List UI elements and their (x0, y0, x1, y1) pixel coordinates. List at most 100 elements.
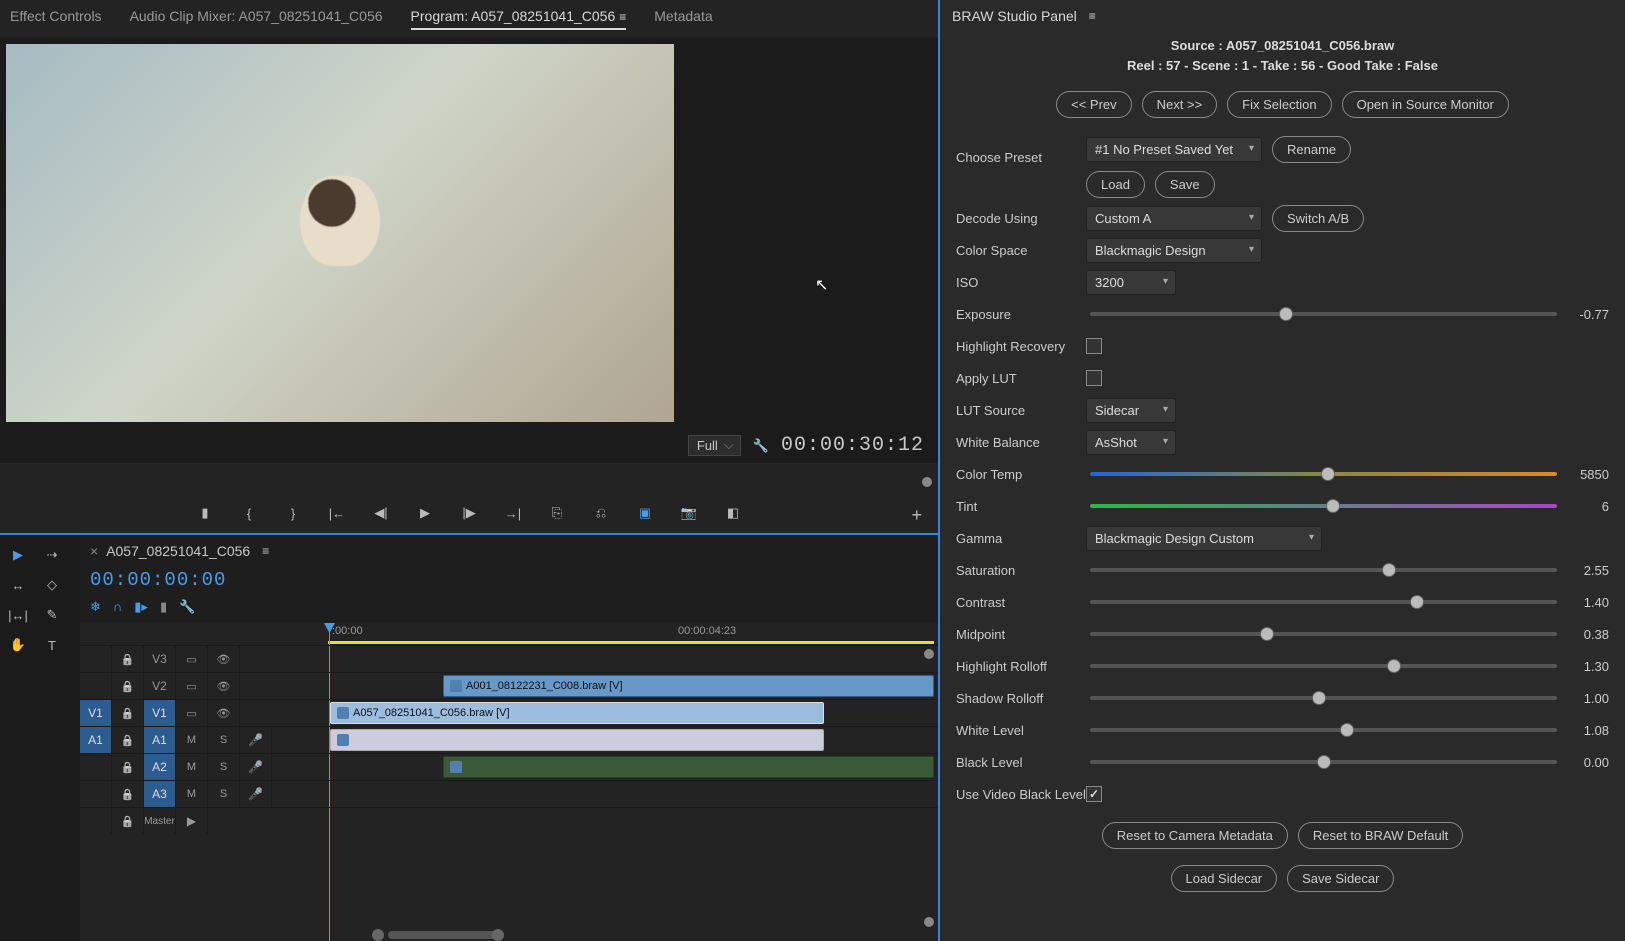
tab-metadata[interactable]: Metadata (654, 8, 712, 30)
preset-select[interactable]: #1 No Preset Saved Yet (1086, 137, 1262, 162)
work-area[interactable] (328, 641, 934, 644)
load-sidecar-button[interactable]: Load Sidecar (1171, 865, 1278, 892)
wrench-icon[interactable]: 🔧 (753, 438, 769, 454)
pen-tool-icon[interactable]: ✎ (38, 603, 66, 627)
tab-program[interactable]: Program: A057_08251041_C056≡ (411, 8, 627, 30)
open-source-button[interactable]: Open in Source Monitor (1342, 91, 1509, 118)
track-area[interactable]: :00:00 00:00:04:23 A001_08122231_C008.br… (328, 623, 938, 941)
seq-menu-icon[interactable]: ≡ (262, 544, 269, 558)
clip-v1[interactable]: A057_08251041_C056.braw [V] (330, 702, 824, 724)
sequence-name[interactable]: A057_08251041_C056 (106, 543, 250, 559)
snap-icon[interactable]: ❄ (90, 599, 101, 615)
goto-in-icon[interactable]: |← (328, 506, 346, 521)
camera-icon[interactable]: 📷 (680, 505, 698, 521)
mark-icon[interactable]: ▮ (196, 505, 214, 521)
clip-a2[interactable] (443, 756, 934, 778)
rolling-tool-icon[interactable]: ◇ (38, 573, 66, 597)
target-v1[interactable]: V1 (144, 700, 176, 726)
step-back-icon[interactable]: ◀| (372, 505, 390, 521)
next-button[interactable]: Next >> (1142, 91, 1218, 118)
highlight-recovery-checkbox[interactable] (1086, 338, 1102, 354)
tint-slider[interactable] (1090, 504, 1557, 508)
out-icon[interactable]: } (284, 506, 302, 521)
track-a1[interactable] (328, 726, 938, 753)
tab-effect-controls[interactable]: Effect Controls (10, 8, 102, 30)
prev-button[interactable]: << Prev (1056, 91, 1132, 118)
extract-icon[interactable]: ⎌ (592, 505, 610, 521)
type-tool-icon[interactable]: T (38, 633, 66, 657)
selection-tool-icon[interactable]: ▶ (4, 543, 32, 567)
track-master[interactable] (328, 807, 938, 834)
shadow-rolloff-slider[interactable] (1090, 696, 1557, 700)
current-timecode[interactable]: 00:00:00:00 (90, 569, 226, 591)
fix-selection-button[interactable]: Fix Selection (1227, 91, 1331, 118)
transport-bar: ▮ { } |← ◀| ▶ |▶ →| ⎘ ⎌ ▣ 📷 ◧ + (0, 495, 938, 533)
timeline-hscroll[interactable] (328, 929, 938, 941)
program-ruler[interactable] (0, 469, 938, 495)
step-fwd-icon[interactable]: |▶ (460, 505, 478, 521)
source-a1[interactable]: A1 (80, 727, 112, 753)
midpoint-slider[interactable] (1090, 632, 1557, 636)
timeline-ruler[interactable]: :00:00 00:00:04:23 (328, 623, 938, 645)
colorspace-select[interactable]: Blackmagic Design (1086, 238, 1262, 263)
ruler-end-handle[interactable] (922, 477, 932, 487)
reset-braw-button[interactable]: Reset to BRAW Default (1298, 822, 1463, 849)
play-icon[interactable]: ▶ (416, 505, 434, 521)
lock-icon[interactable] (112, 646, 144, 672)
fx-icon[interactable] (176, 646, 208, 672)
hand-tool-icon[interactable]: ✋ (4, 633, 32, 657)
settings-icon[interactable]: 🔧 (179, 599, 195, 615)
track-v3[interactable] (328, 645, 938, 672)
goto-out-icon[interactable]: →| (504, 506, 522, 521)
gamma-select[interactable]: Blackmagic Design Custom (1086, 526, 1322, 551)
video-preview[interactable] (6, 44, 674, 422)
switch-ab-button[interactable]: Switch A/B (1272, 205, 1364, 232)
color-temp-slider[interactable] (1090, 472, 1557, 476)
black-level-slider[interactable] (1090, 760, 1557, 764)
rate-tool-icon[interactable]: |↔| (4, 603, 32, 627)
add-button-icon[interactable]: + (911, 505, 922, 526)
save-preset-button[interactable]: Save (1155, 171, 1215, 198)
track-select-icon[interactable]: ⇢ (38, 543, 66, 567)
target-a1[interactable]: A1 (144, 727, 176, 753)
track-v1[interactable]: A057_08251041_C056.braw [V] (328, 699, 938, 726)
marker-icon[interactable]: ▮ (160, 599, 167, 615)
highlight-rolloff-slider[interactable] (1090, 664, 1557, 668)
marker-opt-icon[interactable]: ▮▸ (134, 599, 148, 615)
export-frame-icon[interactable]: ▣ (636, 505, 654, 521)
panel-menu-icon[interactable]: ≡ (619, 10, 626, 24)
panel-menu-icon[interactable]: ≡ (1089, 9, 1096, 23)
link-icon[interactable]: ∩ (113, 599, 122, 615)
track-a3[interactable] (328, 780, 938, 807)
ripple-tool-icon[interactable]: ↔ (4, 573, 32, 597)
compare-icon[interactable]: ◧ (724, 505, 742, 521)
resolution-select[interactable]: Full (688, 435, 741, 456)
save-sidecar-button[interactable]: Save Sidecar (1287, 865, 1394, 892)
load-preset-button[interactable]: Load (1086, 171, 1145, 198)
video-black-checkbox[interactable] (1086, 786, 1102, 802)
apply-lut-checkbox[interactable] (1086, 370, 1102, 386)
in-icon[interactable]: { (240, 506, 258, 521)
source-v1[interactable]: V1 (80, 700, 112, 726)
mic-icon[interactable]: 🎤 (240, 727, 272, 753)
white-level-slider[interactable] (1090, 728, 1557, 732)
lift-icon[interactable]: ⎘ (548, 505, 566, 521)
close-seq-icon[interactable]: × (90, 543, 98, 559)
track-v2[interactable]: A001_08122231_C008.braw [V] (328, 672, 938, 699)
exposure-slider[interactable] (1090, 312, 1557, 316)
track-a2[interactable] (328, 753, 938, 780)
reset-camera-button[interactable]: Reset to Camera Metadata (1102, 822, 1288, 849)
lut-source-select[interactable]: Sidecar (1086, 398, 1176, 423)
tab-audio-mixer[interactable]: Audio Clip Mixer: A057_08251041_C056 (130, 8, 383, 30)
contrast-slider[interactable] (1090, 600, 1557, 604)
iso-select[interactable]: 3200 (1086, 270, 1176, 295)
eye-icon[interactable] (208, 646, 240, 672)
timeline-tools: ▶⇢ ↔◇ |↔|✎ ✋T (0, 535, 80, 941)
decode-select[interactable]: Custom A (1086, 206, 1262, 231)
clip-a1[interactable] (330, 729, 824, 751)
saturation-slider[interactable] (1090, 568, 1557, 572)
rename-button[interactable]: Rename (1272, 136, 1351, 163)
white-balance-select[interactable]: AsShot (1086, 430, 1176, 455)
vscroll-handle-bottom[interactable] (924, 917, 934, 927)
clip-v2[interactable]: A001_08122231_C008.braw [V] (443, 675, 934, 697)
